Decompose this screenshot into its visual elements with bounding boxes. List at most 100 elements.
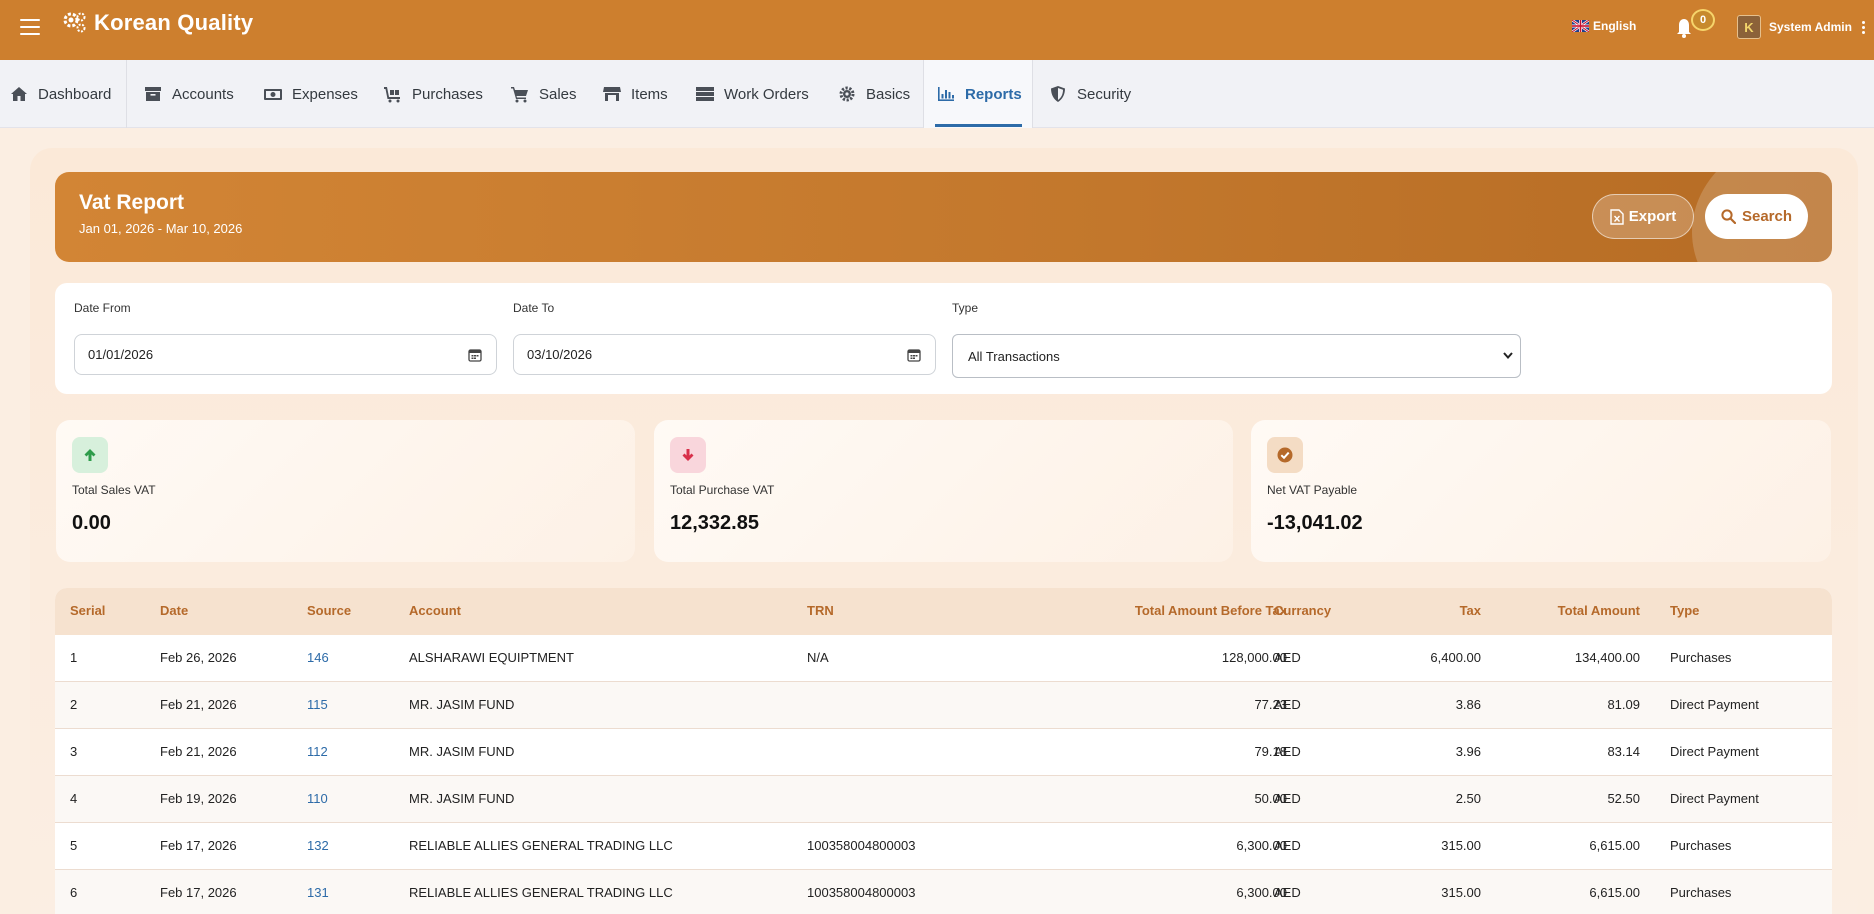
th-type[interactable]: Type <box>1670 603 1699 618</box>
stat-card-purchase-vat: Total Purchase VAT 12,332.85 <box>654 420 1233 562</box>
stat-card-sales-vat: Total Sales VAT 0.00 <box>56 420 635 562</box>
nav-divider <box>126 60 127 128</box>
archive-icon <box>145 87 161 101</box>
cell-serial: 2 <box>70 697 78 712</box>
nav-item-accounts[interactable]: Accounts <box>144 60 234 128</box>
export-label: Export <box>1628 208 1677 225</box>
nav-item-security[interactable]: Security <box>1049 60 1131 128</box>
server-icon <box>696 87 714 101</box>
search-button[interactable]: Search <box>1705 194 1808 239</box>
nav-item-expenses[interactable]: Expenses <box>264 60 358 128</box>
cell-type: Direct Payment <box>1670 791 1759 806</box>
cell-date: Feb 21, 2026 <box>160 744 237 759</box>
table-row[interactable]: 6 Feb 17, 2026 131 RELIABLE ALLIES GENER… <box>55 870 1832 914</box>
nav-label: Security <box>1077 85 1132 103</box>
report-date-range: Jan 01, 2026 - Mar 10, 2026 <box>79 221 243 236</box>
shield-icon <box>1051 86 1065 102</box>
search-icon <box>1721 209 1736 224</box>
cell-tax: 6,400.00 <box>1430 650 1481 665</box>
calendar-icon[interactable] <box>907 348 921 362</box>
table-row[interactable]: 1 Feb 26, 2026 146 ALSHARAWI EQUIPTMENT … <box>55 635 1832 682</box>
nav-label: Sales <box>539 85 577 103</box>
nav-label: Work Orders <box>724 85 809 103</box>
nav-item-basics[interactable]: Basics <box>838 60 910 128</box>
report-header: Vat Report Jan 01, 2026 - Mar 10, 2026 <box>55 172 1832 262</box>
th-tax[interactable]: Tax <box>1460 603 1481 618</box>
th-date[interactable]: Date <box>160 603 188 618</box>
nav-item-reports[interactable]: Reports <box>937 60 1022 128</box>
cell-currency: AED <box>1274 650 1301 665</box>
brand[interactable]: Korean Quality <box>62 10 253 36</box>
chevron-down-icon <box>1503 352 1513 360</box>
cell-tax: 3.86 <box>1455 697 1481 712</box>
hamburger-menu-icon[interactable] <box>20 19 40 35</box>
table-row[interactable]: 3 Feb 21, 2026 112 MR. JASIM FUND 79.18 … <box>55 729 1832 776</box>
cell-source-link[interactable]: 131 <box>307 885 329 900</box>
app-title: Korean Quality <box>94 10 254 35</box>
cell-total: 6,615.00 <box>1589 885 1640 900</box>
cell-account: MR. JASIM FUND <box>409 697 515 712</box>
stat-value: 12,332.85 <box>670 512 759 534</box>
type-select[interactable]: All Transactions <box>952 334 1521 378</box>
nav-label: Dashboard <box>38 85 112 103</box>
uk-flag-icon <box>1572 20 1589 32</box>
nav-item-sales[interactable]: Sales <box>511 60 577 128</box>
notification-count-badge: 0 <box>1691 9 1715 31</box>
th-serial[interactable]: Serial <box>70 603 105 618</box>
shopping-cart-icon <box>511 87 528 103</box>
stat-label: Total Sales VAT <box>72 483 156 497</box>
language-selector[interactable]: English <box>1572 19 1636 33</box>
bar-chart-icon <box>938 87 954 101</box>
stat-icon-bg <box>72 437 108 473</box>
top-bar: Korean Quality English 0 K System Admin <box>0 0 1874 60</box>
stat-value: -13,041.02 <box>1267 512 1363 534</box>
date-from-label: Date From <box>74 301 131 315</box>
user-menu[interactable]: K System Admin <box>1737 15 1865 39</box>
th-total[interactable]: Total Amount <box>1558 603 1640 618</box>
calendar-icon[interactable] <box>468 348 482 362</box>
cell-source-link[interactable]: 110 <box>307 791 328 806</box>
nav-item-work-orders[interactable]: Work Orders <box>696 60 809 128</box>
gears-logo-icon <box>63 12 86 33</box>
vat-table: Serial Date Source Account TRN Total Amo… <box>55 588 1832 914</box>
cell-source-link[interactable]: 115 <box>307 697 328 712</box>
table-row[interactable]: 4 Feb 19, 2026 110 MR. JASIM FUND 50.00 … <box>55 776 1832 823</box>
cell-account: ALSHARAWI EQUIPTMENT <box>409 650 574 665</box>
date-to-label: Date To <box>513 301 555 315</box>
nav-item-items[interactable]: Items <box>603 60 668 128</box>
table-row[interactable]: 5 Feb 17, 2026 132 RELIABLE ALLIES GENER… <box>55 823 1832 870</box>
cell-currency: AED <box>1274 744 1301 759</box>
cell-source-link[interactable]: 112 <box>307 744 328 759</box>
cell-date: Feb 19, 2026 <box>160 791 237 806</box>
th-source[interactable]: Source <box>307 603 351 618</box>
nav-item-dashboard[interactable]: Dashboard <box>10 60 111 128</box>
cell-currency: AED <box>1274 885 1301 900</box>
kebab-menu-icon[interactable] <box>1861 20 1865 34</box>
cell-account: RELIABLE ALLIES GENERAL TRADING LLC <box>409 885 673 900</box>
cell-date: Feb 21, 2026 <box>160 697 237 712</box>
cell-tax: 3.96 <box>1455 744 1481 759</box>
check-circle-icon <box>1277 447 1293 463</box>
th-account[interactable]: Account <box>409 603 461 618</box>
cell-type: Direct Payment <box>1670 697 1759 712</box>
page-title: Vat Report <box>79 191 185 214</box>
date-from-value: 01/01/2026 <box>88 347 154 362</box>
stat-icon-bg <box>670 437 706 473</box>
table-row[interactable]: 2 Feb 21, 2026 115 MR. JASIM FUND 77.23 … <box>55 682 1832 729</box>
date-from-field[interactable]: 01/01/2026 <box>74 334 497 375</box>
export-button[interactable]: Export <box>1592 194 1694 239</box>
cell-date: Feb 17, 2026 <box>160 885 237 900</box>
th-before-tax[interactable]: Total Amount Before Tax <box>1135 603 1287 618</box>
th-currency[interactable]: Currancy <box>1274 603 1331 618</box>
stat-card-net-vat: Net VAT Payable -13,041.02 <box>1251 420 1831 562</box>
cell-serial: 3 <box>70 744 78 759</box>
cell-source-link[interactable]: 146 <box>307 650 329 665</box>
cell-serial: 4 <box>70 791 78 806</box>
th-trn[interactable]: TRN <box>807 603 834 618</box>
stat-label: Total Purchase VAT <box>670 483 775 497</box>
nav-label: Accounts <box>172 85 234 103</box>
date-to-field[interactable]: 03/10/2026 <box>513 334 936 375</box>
nav-label: Reports <box>965 85 1022 103</box>
nav-item-purchases[interactable]: Purchases <box>384 60 483 128</box>
cell-source-link[interactable]: 132 <box>307 838 329 853</box>
